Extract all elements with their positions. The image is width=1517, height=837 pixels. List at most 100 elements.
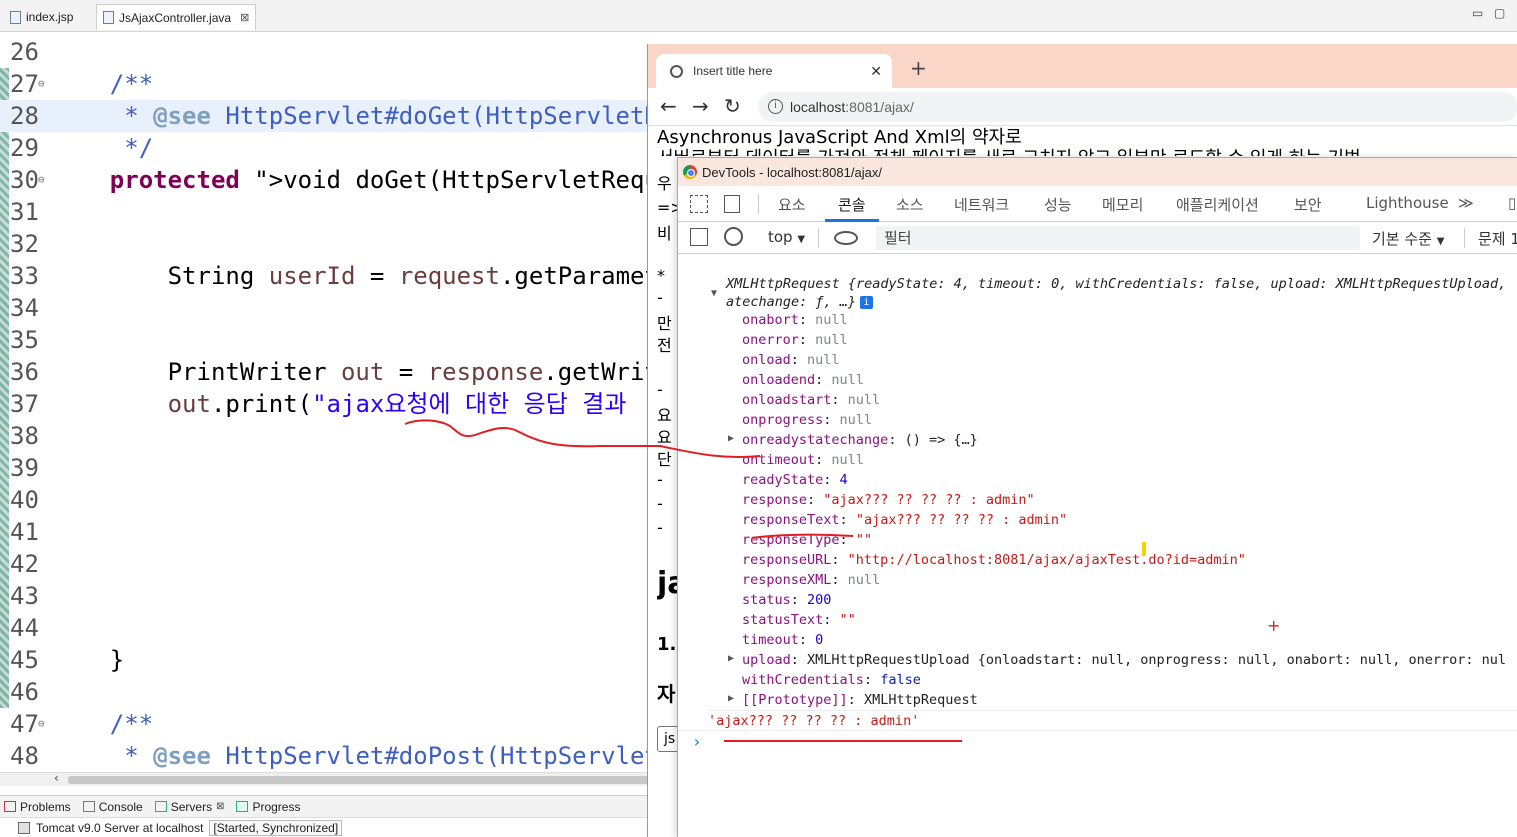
issues-counter[interactable]: 문제 1 xyxy=(1478,228,1517,249)
tab-problems[interactable]: Problems xyxy=(4,800,71,814)
code-line[interactable]: 40 xyxy=(0,484,680,516)
console-property-row: onerror: null xyxy=(742,330,848,350)
context-selector[interactable]: top ▼ xyxy=(768,228,805,246)
forward-icon[interactable]: → xyxy=(692,94,709,118)
collapse-triangle-icon[interactable]: ▼ xyxy=(711,288,717,299)
close-tab-icon[interactable]: ✕ xyxy=(870,63,882,80)
console-object-summary-cont: atechange: ƒ, …} i xyxy=(726,292,874,312)
code-line[interactable]: 31 xyxy=(0,196,680,228)
tab-security[interactable]: 보안 xyxy=(1294,194,1322,215)
settings-icon[interactable]: ▯ xyxy=(1508,194,1516,212)
devtools-title: DevTools - localhost:8081/ajax/ xyxy=(702,164,882,180)
line-number: 43 xyxy=(10,582,39,610)
code-line[interactable]: 46 xyxy=(0,676,680,708)
code-line[interactable]: 27 ⊖ /** xyxy=(0,68,680,100)
tab-application[interactable]: 애플리케이션 xyxy=(1176,194,1259,215)
scroll-left-icon[interactable]: ‹ xyxy=(54,771,59,785)
line-number: 41 xyxy=(10,518,39,546)
tab-index-jsp[interactable]: index.jsp xyxy=(4,4,79,30)
code-line[interactable]: 37 out.print("ajax요청에 대한 응답 결과 xyxy=(0,388,680,420)
tab-sources[interactable]: 소스 xyxy=(896,194,924,215)
code-line[interactable]: 41 xyxy=(0,516,680,548)
console-property-row[interactable]: onreadystatechange: () => {…} xyxy=(742,430,978,450)
inspect-element-icon[interactable] xyxy=(690,195,708,213)
code-line[interactable]: 29 */ xyxy=(0,132,680,164)
fold-icon[interactable]: ⊖ xyxy=(38,68,45,100)
expand-triangle-icon[interactable]: ▶ xyxy=(728,653,734,664)
chrome-icon xyxy=(683,165,697,179)
tab-elements[interactable]: 요소 xyxy=(778,194,806,215)
property-separator: : xyxy=(798,332,816,348)
sidebar-toggle-icon[interactable] xyxy=(690,228,708,246)
code-line[interactable]: 43 xyxy=(0,580,680,612)
code-line[interactable]: 34 xyxy=(0,292,680,324)
code-line[interactable]: 38 xyxy=(0,420,680,452)
code-line[interactable]: 45 } xyxy=(0,644,680,676)
filter-input[interactable]: 필터 xyxy=(876,226,1360,250)
log-level-selector[interactable]: 기본 수준 ▼ xyxy=(1372,228,1444,249)
tab-console[interactable]: Console xyxy=(82,800,143,814)
console-property-row: timeout: 0 xyxy=(742,630,823,650)
property-value: null xyxy=(815,332,848,348)
code-editor[interactable]: 26 27 ⊖ /** 28 * @see HttpServlet#doGet(Htt… xyxy=(0,32,680,772)
horizontal-scrollbar[interactable]: ‹ xyxy=(0,771,680,786)
tab-progress[interactable]: Progress xyxy=(236,800,300,814)
code-line[interactable]: 48 * @see HttpServlet#doPost(HttpServlet… xyxy=(0,740,680,772)
property-key: ontimeout xyxy=(742,452,816,468)
devtools-tab-bar: 요소 콘솔 소스 네트워크 성능 메모리 애플리케이션 보안 Lighthous… xyxy=(678,186,1517,222)
new-tab-button[interactable]: + xyxy=(910,56,927,80)
fold-icon[interactable]: ⊖ xyxy=(38,708,45,740)
page-text-line: 서버로부터 데이터를 가져와 전체 페이지를 새로 고치지 않고 일부만 로드할… xyxy=(657,144,1361,156)
maximize-button[interactable]: ▢ xyxy=(1494,6,1505,20)
device-toolbar-icon[interactable] xyxy=(724,195,740,213)
tab-network[interactable]: 네트워크 xyxy=(954,194,1009,215)
code-line[interactable]: 36 PrintWriter out = response.getWriter xyxy=(0,356,680,388)
devtools-titlebar: DevTools - localhost:8081/ajax/ xyxy=(678,158,1517,186)
code-line[interactable]: 28 * @see HttpServlet#doGet(HttpServletR… xyxy=(0,100,680,132)
code-line[interactable]: 39 xyxy=(0,452,680,484)
expand-triangle-icon[interactable]: ▶ xyxy=(728,693,734,704)
console-property-row[interactable]: upload: XMLHttpRequestUpload {onloadstar… xyxy=(742,650,1506,670)
address-bar[interactable]: i localhost:8081/ajax/ xyxy=(758,92,1517,122)
minimize-button[interactable]: ▭ xyxy=(1472,6,1483,20)
browser-tab[interactable]: Insert title here ✕ xyxy=(656,54,892,88)
more-tabs-icon[interactable]: ≫ xyxy=(1458,194,1474,212)
site-info-icon[interactable]: i xyxy=(768,99,783,114)
code-text: * @see HttpServlet#doPost(HttpServletReq… xyxy=(52,742,680,770)
scrollbar-thumb[interactable] xyxy=(68,776,680,784)
clear-console-icon[interactable] xyxy=(724,227,743,246)
tab-performance[interactable]: 성능 xyxy=(1044,194,1072,215)
console-prompt-icon[interactable]: › xyxy=(692,732,702,751)
console-property-row[interactable]: [[Prototype]]: XMLHttpRequest xyxy=(742,690,978,710)
tab-console[interactable]: 콘솔 xyxy=(838,194,866,215)
property-key: status xyxy=(742,592,791,608)
devtools-window: DevTools - localhost:8081/ajax/ 요소 콘솔 소스… xyxy=(677,157,1517,837)
server-row[interactable]: Tomcat v9.0 Server at localhost [Started… xyxy=(0,817,680,837)
close-icon[interactable]: ⊠ xyxy=(216,801,224,812)
console-object-summary[interactable]: XMLHttpRequest {readyState: 4, timeout: … xyxy=(726,274,1506,294)
code-line[interactable]: 26 xyxy=(0,36,680,68)
code-line[interactable]: 47 ⊖ /** xyxy=(0,708,680,740)
code-line[interactable]: 33 String userId = request.getParameter xyxy=(0,260,680,292)
tab-memory[interactable]: 메모리 xyxy=(1102,194,1143,215)
tab-jsajaxcontroller[interactable]: JsAjaxController.java ⊠ xyxy=(96,4,257,30)
back-icon[interactable]: ← xyxy=(660,94,677,118)
property-key: onabort xyxy=(742,312,799,328)
code-line[interactable]: 35 xyxy=(0,324,680,356)
code-line[interactable]: 30 ⊖ protected ">void doGet(HttpServletRe… xyxy=(0,164,680,196)
property-key: responseType xyxy=(742,532,840,548)
console-property-row: responseType: "" xyxy=(742,530,872,550)
page-peek-text: - xyxy=(657,518,663,537)
code-line[interactable]: 42 xyxy=(0,548,680,580)
reload-icon[interactable]: ↻ xyxy=(724,94,741,118)
close-icon[interactable]: ⊠ xyxy=(240,11,249,24)
property-separator: : xyxy=(823,412,840,428)
expand-triangle-icon[interactable]: ▶ xyxy=(728,433,734,444)
code-line[interactable]: 44 xyxy=(0,612,680,644)
fold-icon[interactable]: ⊖ xyxy=(38,164,45,196)
tab-lighthouse[interactable]: Lighthouse xyxy=(1366,194,1449,212)
live-expression-eye-icon[interactable] xyxy=(834,231,858,245)
info-icon[interactable]: i xyxy=(860,295,874,309)
code-line[interactable]: 32 xyxy=(0,228,680,260)
tab-servers[interactable]: Servers ⊠ xyxy=(154,800,224,814)
